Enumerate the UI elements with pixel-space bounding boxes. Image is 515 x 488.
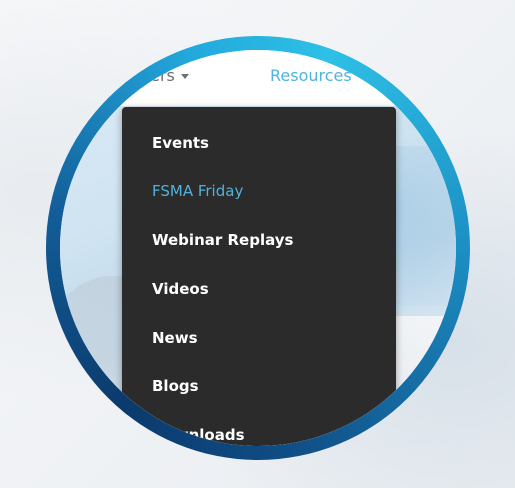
screenshot-stage: ustomers Resources Events FSMA Friday We… bbox=[0, 0, 515, 488]
menu-item-fsma-friday[interactable]: FSMA Friday bbox=[152, 182, 243, 200]
magnified-view: ustomers Resources Events FSMA Friday We… bbox=[60, 50, 456, 446]
menu-item-videos[interactable]: Videos bbox=[152, 280, 209, 298]
resources-dropdown-menu: Events FSMA Friday Webinar Replays Video… bbox=[122, 107, 396, 446]
menu-item-downloads[interactable]: Downloads bbox=[152, 426, 245, 444]
menu-item-blogs[interactable]: Blogs bbox=[152, 377, 199, 395]
nav-resources[interactable]: Resources bbox=[270, 66, 366, 85]
menu-item-news[interactable]: News bbox=[152, 329, 198, 347]
menu-item-webinar-replays[interactable]: Webinar Replays bbox=[152, 231, 293, 249]
nav-customers[interactable]: ustomers bbox=[100, 66, 189, 85]
menu-item-events[interactable]: Events bbox=[152, 134, 209, 152]
nav-customers-label: ustomers bbox=[100, 66, 175, 85]
top-navbar: ustomers Resources bbox=[60, 50, 456, 106]
nav-resources-label: Resources bbox=[270, 66, 352, 85]
caret-down-icon bbox=[180, 74, 189, 79]
caret-down-icon bbox=[357, 74, 366, 79]
